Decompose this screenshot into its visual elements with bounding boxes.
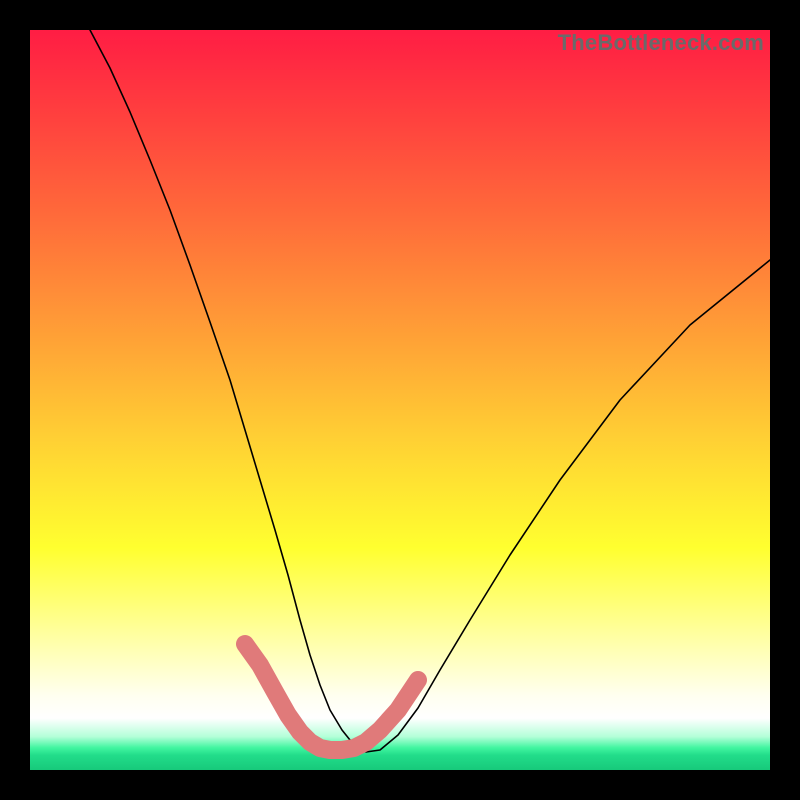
chart-frame: TheBottleneck.com (30, 30, 770, 770)
highlight-band (245, 644, 418, 750)
bottleneck-plot (30, 30, 770, 770)
bottleneck-curve (90, 30, 770, 752)
